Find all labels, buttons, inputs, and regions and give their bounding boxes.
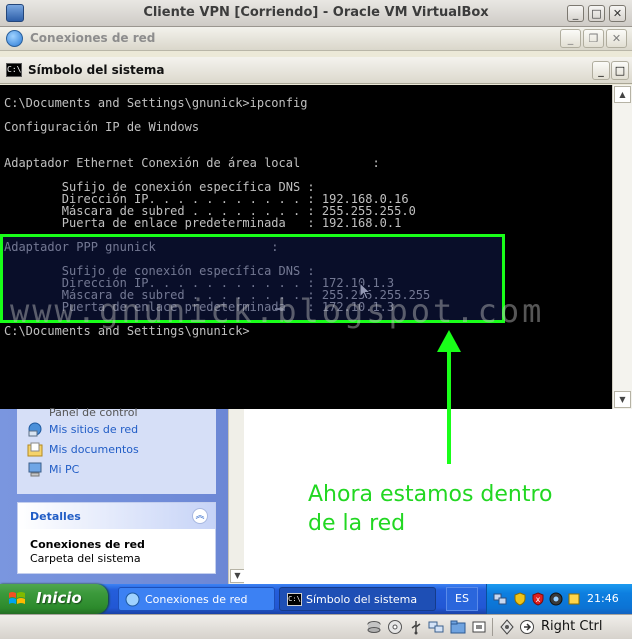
mouse-pointer-icon	[359, 282, 371, 300]
annotation-line: de la red	[308, 511, 406, 536]
cmd-maximize-button[interactable]: □	[611, 61, 629, 80]
system-tray: x 21:46	[486, 584, 632, 614]
taskbar: Inicio Conexiones de red C:\ Símbolo del…	[0, 584, 632, 614]
text-cursor	[275, 308, 283, 310]
mouse-integration-icon[interactable]	[499, 619, 515, 635]
start-label: Inicio	[36, 589, 82, 607]
details-header-label: Detalles	[30, 510, 81, 523]
console-line: C:\Documents and Settings\gnunick>ipconf…	[4, 96, 308, 110]
command-prompt-icon: C:\	[6, 63, 22, 77]
other-places-group: Panel de control Mis sitios de red Mis d…	[17, 406, 216, 494]
cmd-minimize-button[interactable]: _	[592, 61, 610, 80]
security-shield-icon[interactable]	[513, 592, 527, 606]
details-item-name: Conexiones de red	[30, 538, 145, 551]
annotation-arrow-icon	[437, 330, 461, 464]
optical-drive-icon[interactable]	[387, 619, 403, 635]
network-connections-icon	[125, 592, 140, 607]
updates-tray-icon[interactable]	[567, 592, 581, 606]
network-adapter-icon[interactable]	[428, 619, 444, 635]
annotation-line: Ahora estamos dentro	[308, 482, 553, 507]
explorer-minimize-button[interactable]: _	[560, 29, 581, 48]
explorer-titlebar: Conexiones de red _ ❐ ✕	[0, 27, 632, 51]
explorer-title: Conexiones de red	[30, 31, 156, 45]
details-header[interactable]: Detalles ︽	[18, 503, 215, 529]
vbox-close-button[interactable]: ✕	[609, 5, 626, 22]
host-key-label: Right Ctrl	[541, 619, 603, 634]
shared-folder-icon[interactable]	[450, 619, 466, 635]
collapse-chevron-icon[interactable]: ︽	[192, 508, 208, 524]
scroll-up-arrow-icon[interactable]: ▲	[614, 86, 631, 103]
command-prompt-window: C:\ Símbolo del sistema _ □ C:\Documents…	[0, 57, 632, 409]
annotation-text: Ahora estamos dentro de la red	[308, 480, 553, 538]
vbox-window-title: Cliente VPN [Corriendo] - Oracle VM Virt…	[143, 5, 489, 20]
video-capture-icon[interactable]	[471, 619, 487, 635]
scroll-down-arrow-icon[interactable]: ▼	[230, 569, 245, 583]
alert-shield-icon[interactable]: x	[531, 592, 545, 606]
scroll-down-arrow-icon[interactable]: ▼	[614, 391, 631, 408]
details-item-type: Carpeta del sistema	[30, 552, 141, 565]
vpn-connection-icon[interactable]	[549, 592, 563, 606]
console-line: Puerta de enlace predeterminada : 192.16…	[4, 216, 402, 230]
clock[interactable]: 21:46	[587, 592, 619, 605]
console-line: Adaptador PPP gnunick :	[4, 240, 279, 254]
hard-disk-icon[interactable]	[366, 619, 382, 635]
console-scrollbar[interactable]: ▲ ▼	[612, 85, 632, 409]
details-panel: Detalles ︽ Conexiones de red Carpeta del…	[17, 502, 216, 574]
cmd-title: Símbolo del sistema	[28, 63, 165, 77]
svg-text:x: x	[536, 595, 541, 604]
console-line: Adaptador Ethernet Conexión de área loca…	[4, 156, 380, 170]
console-prompt-line: C:\Documents and Settings\gnunick>	[4, 324, 250, 338]
network-places-icon	[28, 422, 42, 437]
taskbar-button-conexiones[interactable]: Conexiones de red	[118, 587, 275, 611]
vbox-titlebar: Cliente VPN [Corriendo] - Oracle VM Virt…	[0, 0, 632, 27]
taskbar-button-simbolo[interactable]: C:\ Símbolo del sistema	[279, 587, 436, 611]
vbox-maximize-button[interactable]: □	[588, 5, 605, 22]
console-output[interactable]: C:\Documents and Settings\gnunick>ipconf…	[0, 85, 612, 409]
cmd-titlebar: C:\ Símbolo del sistema _ □	[0, 57, 632, 84]
explorer-restore-button[interactable]: ❐	[583, 29, 604, 48]
language-indicator[interactable]: ES	[446, 587, 478, 611]
console-line: Configuración IP de Windows	[4, 120, 200, 134]
start-button[interactable]: Inicio	[0, 584, 108, 614]
task-pane-scrollbar[interactable]: ▼	[228, 409, 245, 584]
usb-icon[interactable]	[408, 619, 424, 635]
network-tray-icon[interactable]	[493, 592, 507, 606]
documents-folder-icon	[27, 442, 43, 457]
vbox-minimize-button[interactable]: _	[567, 5, 584, 22]
command-prompt-icon: C:\	[287, 593, 302, 606]
host-key-arrow-icon[interactable]	[519, 619, 535, 635]
explorer-close-button[interactable]: ✕	[606, 29, 627, 48]
vbox-status-bar: Right Ctrl	[0, 614, 632, 639]
network-connections-icon	[6, 30, 23, 47]
console-line: Puerta de enlace predeterminada : 172.10…	[4, 300, 395, 314]
my-computer-icon	[28, 462, 42, 477]
windows-flag-icon	[9, 592, 25, 604]
status-divider	[492, 618, 493, 636]
